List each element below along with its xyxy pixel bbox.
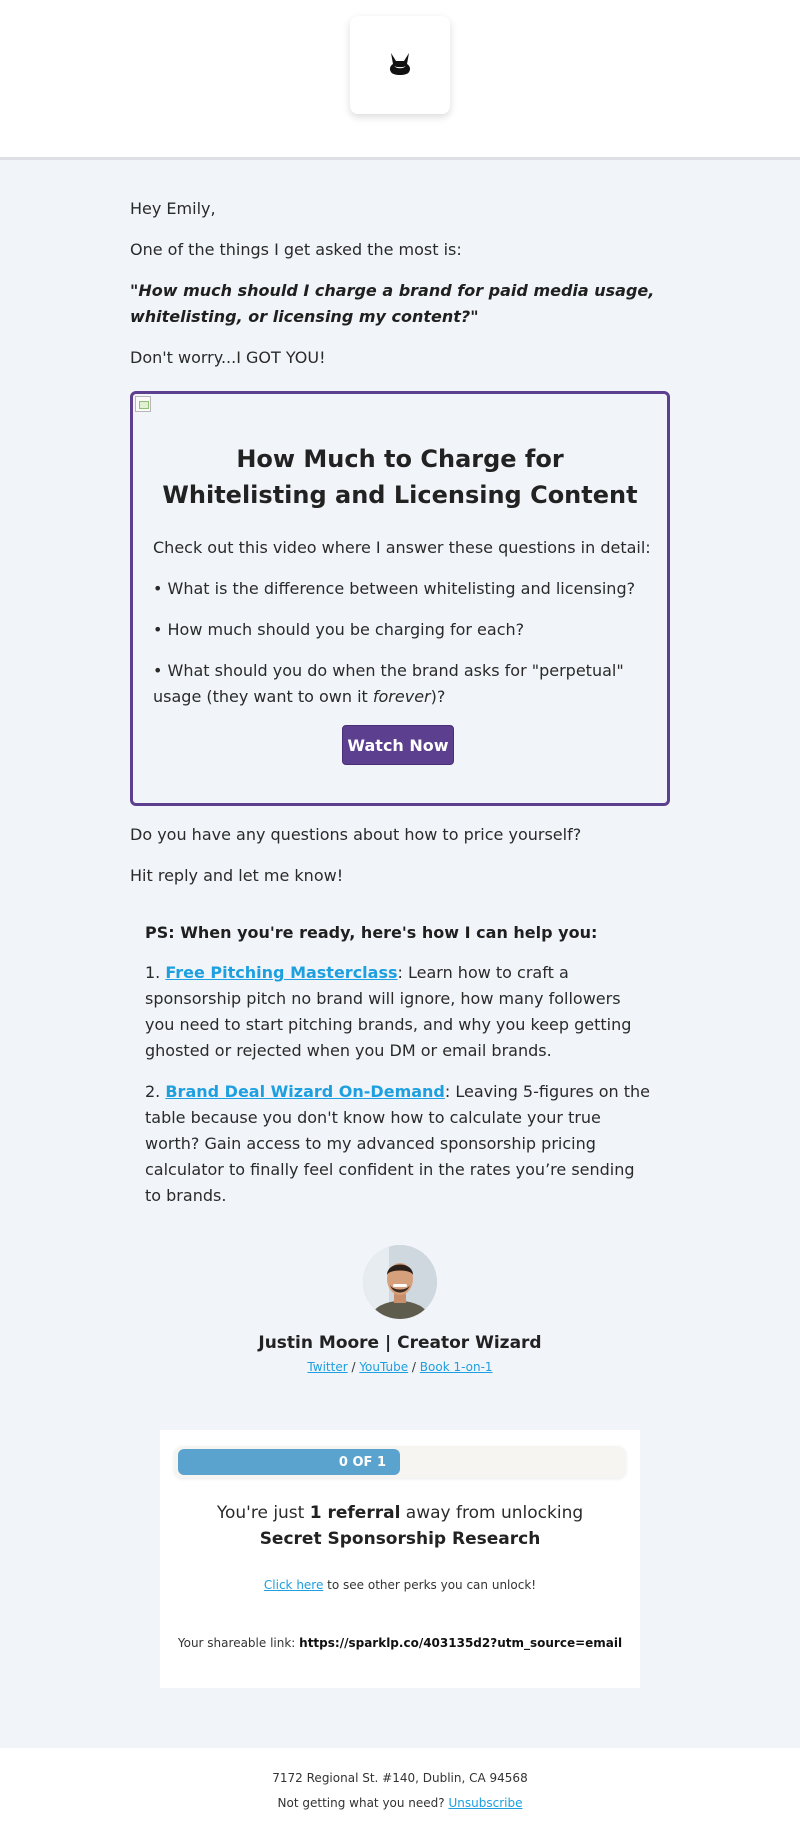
referral-progress-bar: 0 OF 1 xyxy=(174,1446,626,1478)
wizard-hat-logo-icon xyxy=(389,53,411,75)
followup-section: Do you have any questions about how to p… xyxy=(130,822,670,904)
card-body: Check out this video where I answer thes… xyxy=(153,535,653,725)
video-card: How Much to Charge for Whitelisting and … xyxy=(130,391,670,806)
avatar xyxy=(363,1245,437,1319)
avatar-photo-icon xyxy=(363,1245,437,1319)
ps-section: PS: When you're ready, here's how I can … xyxy=(145,920,655,1224)
share-label: Your shareable link: xyxy=(177,1636,300,1650)
signature: Justin Moore | Creator Wizard Twitter / … xyxy=(0,1245,800,1376)
bullet-text: )? xyxy=(430,687,446,706)
quote-text: "How much should I charge a brand for pa… xyxy=(130,281,655,326)
card-bullet: • What is the difference between whiteli… xyxy=(153,579,636,598)
card-title: How Much to Charge for Whitelisting and … xyxy=(162,445,638,509)
intro-section: Hey Emily, One of the things I get asked… xyxy=(130,196,670,386)
link-separator: / xyxy=(408,1360,420,1374)
question-text: Do you have any questions about how to p… xyxy=(130,825,582,844)
intro-text: One of the things I get asked the most i… xyxy=(130,240,462,259)
unsub-text: Not getting what you need? xyxy=(277,1796,449,1810)
reassure-text: Don't worry...I GOT YOU! xyxy=(130,348,326,367)
ps-item: 2. Brand Deal Wizard On-Demand: Leaving … xyxy=(145,1079,655,1209)
brand-logo[interactable] xyxy=(350,16,450,114)
footer-unsubscribe-line: Not getting what you need? Unsubscribe xyxy=(0,1796,800,1810)
bullet-emphasis: forever xyxy=(372,687,431,706)
broken-image-icon xyxy=(135,396,151,412)
msg-text: away from unlocking xyxy=(400,1503,584,1523)
twitter-link[interactable]: Twitter xyxy=(307,1360,347,1374)
signature-name: Justin Moore | Creator Wizard xyxy=(258,1333,542,1353)
email-header xyxy=(0,0,800,160)
ps-item: 1. Free Pitching Masterclass: Learn how … xyxy=(145,960,655,1064)
msg-text: You're just xyxy=(216,1503,310,1523)
item-number: 2. xyxy=(145,1082,166,1101)
book-call-link[interactable]: Book 1-on-1 xyxy=(420,1360,493,1374)
youtube-link[interactable]: YouTube xyxy=(359,1360,408,1374)
email-footer: 7172 Regional St. #140, Dublin, CA 94568… xyxy=(0,1748,800,1833)
ps-heading: PS: When you're ready, here's how I can … xyxy=(145,923,598,942)
unsubscribe-link[interactable]: Unsubscribe xyxy=(448,1796,522,1810)
perks-text: to see other perks you can unlock! xyxy=(323,1578,537,1592)
item-number: 1. xyxy=(145,963,166,982)
footer-address: 7172 Regional St. #140, Dublin, CA 94568 xyxy=(272,1771,528,1785)
card-bullet: • What should you do when the brand asks… xyxy=(153,658,653,710)
reply-text: Hit reply and let me know! xyxy=(130,866,344,885)
perks-link[interactable]: Click here xyxy=(264,1578,323,1592)
referral-count: 1 referral xyxy=(309,1503,401,1523)
progress-fill: 0 OF 1 xyxy=(178,1449,400,1475)
perks-line: Click here to see other perks you can un… xyxy=(160,1578,640,1592)
greeting-text: Hey Emily, xyxy=(130,199,216,218)
referral-reward: Secret Sponsorship Research xyxy=(259,1529,541,1549)
signature-links: Twitter / YouTube / Book 1-on-1 xyxy=(0,1358,800,1376)
referral-box: 0 OF 1 You're just 1 referral away from … xyxy=(160,1430,640,1688)
share-line: Your shareable link: https://sparklp.co/… xyxy=(160,1636,640,1650)
pitching-masterclass-link[interactable]: Free Pitching Masterclass xyxy=(165,963,397,982)
share-url[interactable]: https://sparklp.co/403135d2?utm_source=e… xyxy=(299,1636,622,1650)
link-separator: / xyxy=(347,1360,360,1374)
referral-message: You're just 1 referral away from unlocki… xyxy=(190,1500,610,1552)
brand-deal-wizard-link[interactable]: Brand Deal Wizard On-Demand xyxy=(165,1082,445,1101)
watch-now-button[interactable]: Watch Now xyxy=(342,725,454,765)
card-bullet: • How much should you be charging for ea… xyxy=(153,620,525,639)
card-lead: Check out this video where I answer thes… xyxy=(153,538,651,557)
